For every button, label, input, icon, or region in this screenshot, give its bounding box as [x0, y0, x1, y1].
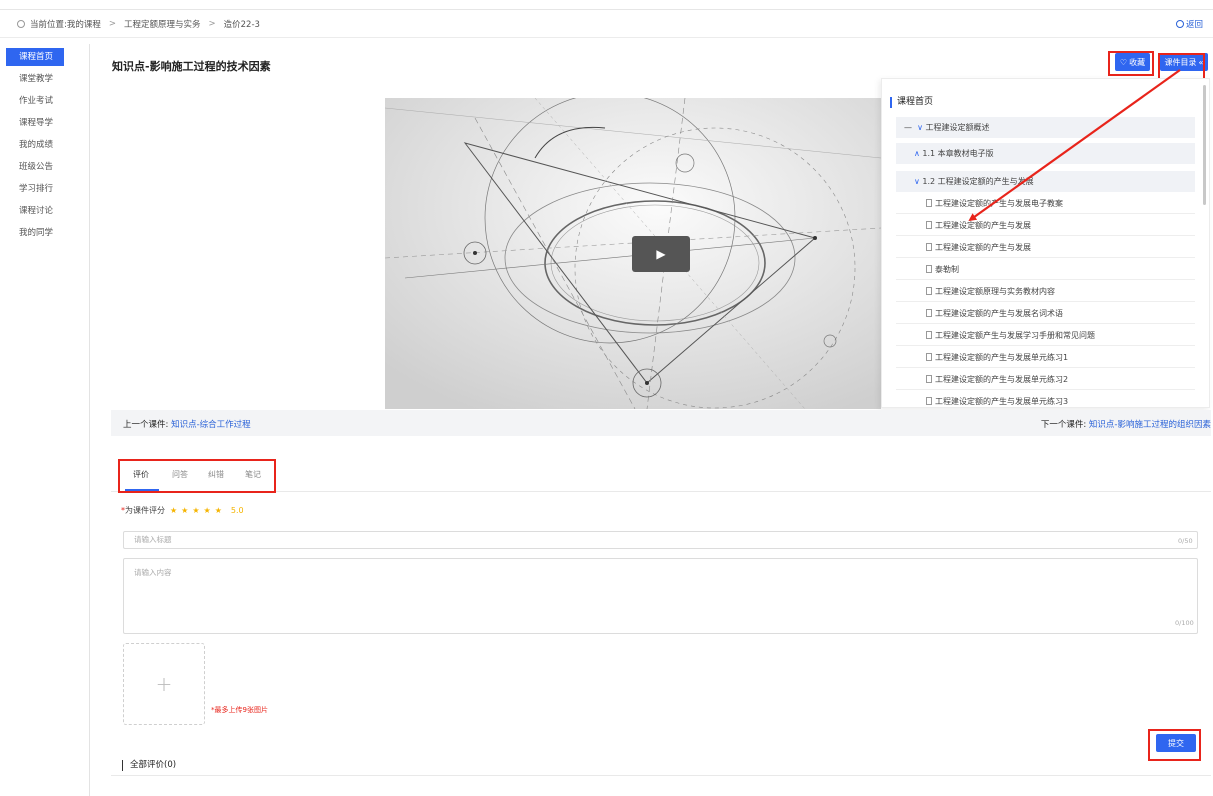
rating-score: 5.0: [230, 506, 244, 515]
breadcrumb-item-course[interactable]: 工程定额原理与实务: [124, 18, 201, 30]
catalog-item-label: 工程建设定额的产生与发展电子教案: [935, 199, 1063, 208]
back-icon: [1175, 20, 1184, 28]
catalog-item[interactable]: 工程建设定额的产生与发展单元练习2: [896, 369, 1195, 390]
catalog-chapter-label: 工程建设定额概述: [925, 123, 990, 132]
rating-label: *为课件评分: [121, 505, 165, 516]
video-icon: [926, 243, 932, 251]
video-icon: [926, 265, 932, 273]
catalog-item[interactable]: 工程建设定额的产生与发展: [896, 237, 1195, 258]
breadcrumb-separator: >: [208, 19, 216, 29]
sidebar-item-classroom[interactable]: 课堂教学: [6, 70, 64, 88]
document-icon: [926, 309, 932, 317]
sidebar-item-announcements[interactable]: 班级公告: [6, 158, 64, 176]
sidebar-item-grades[interactable]: 我的成绩: [6, 136, 64, 154]
document-icon: [926, 353, 932, 361]
sidebar-item-homework[interactable]: 作业考试: [6, 92, 64, 110]
catalog-item-label: 工程建设定额的产生与发展名词术语: [935, 309, 1063, 318]
reviews-divider: [111, 775, 1211, 776]
catalog-item-label: 工程建设定额的产生与发展单元练习1: [935, 353, 1069, 362]
catalog-item[interactable]: 工程建设定额原理与实务教材内容: [896, 281, 1195, 302]
collapse-icon: —: [904, 123, 918, 132]
annotation-box-submit: [1148, 729, 1201, 761]
catalog-item-label: 工程建设定额的产生与发展: [935, 221, 1031, 230]
catalog-chapter[interactable]: — ∨ 工程建设定额概述: [896, 117, 1195, 138]
catalog-item-label: 工程建设定额的产生与发展: [935, 243, 1031, 252]
sidebar-item-course-home[interactable]: 课程首页: [6, 48, 64, 66]
catalog-item[interactable]: 泰勒制: [896, 259, 1195, 280]
catalog-item[interactable]: 工程建设定额的产生与发展名词术语: [896, 303, 1195, 324]
tabs-divider: [111, 491, 1211, 492]
next-courseware: 下一个课件: 知识点-影响施工过程的组织因素: [1041, 418, 1211, 430]
prev-courseware: 上一个课件: 知识点-综合工作过程: [123, 418, 251, 430]
catalog-section[interactable]: ∨ 1.2 工程建设定额的产生与发展: [896, 171, 1195, 192]
catalog-item-label: 工程建设定额的产生与发展单元练习2: [935, 375, 1069, 384]
play-icon: ▶: [656, 247, 666, 261]
review-content-textarea[interactable]: 请输入内容: [123, 558, 1198, 634]
review-title-input[interactable]: 请输入标题: [123, 531, 1198, 549]
document-icon: [926, 375, 932, 383]
sidebar-item-classmates[interactable]: 我的同学: [6, 224, 64, 242]
catalog-item-label: 工程建设定额的产生与发展单元练习3: [935, 397, 1069, 406]
sidebar: 课程首页 课堂教学 作业考试 课程导学 我的成绩 班级公告 学习排行 课程讨论 …: [0, 44, 90, 796]
catalog-item-label: 工程建设定额产生与发展学习手册和常见问题: [935, 331, 1095, 340]
next-label: 下一个课件:: [1040, 420, 1087, 430]
star-rating[interactable]: ★★★★★: [170, 506, 226, 515]
breadcrumb-bar: 当前位置:我的课程 > 工程定额原理与实务 > 造价22-3 返回: [0, 0, 1213, 44]
page-title: 知识点-影响施工过程的技术因素: [112, 60, 271, 73]
catalog-scrollbar[interactable]: [1203, 85, 1206, 205]
content-char-count: 0/100: [1175, 619, 1194, 627]
next-courseware-link[interactable]: 知识点-影响施工过程的组织因素: [1089, 420, 1211, 430]
document-icon: [926, 331, 932, 339]
back-label: 返回: [1185, 20, 1203, 30]
breadcrumb-item-current-location[interactable]: 当前位置:我的课程: [30, 18, 101, 30]
rating-label-text: 为课件评分: [125, 506, 165, 515]
courseware-nav-bar: 上一个课件: 知识点-综合工作过程 下一个课件: 知识点-影响施工过程的组织因素: [111, 410, 1211, 436]
catalog-item[interactable]: 工程建设定额产生与发展学习手册和常见问题: [896, 325, 1195, 346]
chevron-down-icon: ∨: [917, 123, 926, 132]
breadcrumb-item-class[interactable]: 造价22-3: [224, 18, 260, 30]
back-link[interactable]: 返回: [1175, 18, 1203, 30]
catalog-panel: 课程首页 — ∨ 工程建设定额概述 ∧ 1.1 本章教材电子版 ∨ 1.2 工程…: [881, 78, 1210, 408]
plus-icon: +: [155, 672, 173, 696]
catalog-section[interactable]: ∧ 1.1 本章教材电子版: [896, 143, 1195, 164]
title-char-count: 0/50: [1178, 537, 1193, 545]
top-divider: [0, 9, 1213, 10]
annotation-box-tabs: [118, 459, 276, 493]
prev-label: 上一个课件:: [123, 420, 169, 430]
document-icon: [926, 199, 932, 207]
play-button[interactable]: ▶: [632, 236, 690, 272]
document-icon: [926, 221, 932, 229]
document-icon: [926, 287, 932, 295]
catalog-item-label: 工程建设定额原理与实务教材内容: [935, 287, 1055, 296]
all-reviews-heading: 全部评价(0): [122, 760, 176, 771]
document-icon: [926, 397, 932, 405]
location-icon: [17, 20, 25, 28]
sidebar-item-discussion[interactable]: 课程讨论: [6, 202, 64, 220]
prev-courseware-link[interactable]: 知识点-综合工作过程: [171, 420, 251, 430]
breadcrumb: 当前位置:我的课程 > 工程定额原理与实务 > 造价22-3: [17, 18, 260, 30]
catalog-section-label: 1.2 工程建设定额的产生与发展: [922, 177, 1034, 186]
sidebar-item-ranking[interactable]: 学习排行: [6, 180, 64, 198]
catalog-section-label: 1.1 本章教材电子版: [922, 149, 994, 158]
image-upload-button[interactable]: +: [123, 643, 205, 725]
catalog-item[interactable]: 工程建设定额的产生与发展单元练习3: [896, 391, 1195, 407]
catalog-item[interactable]: 工程建设定额的产生与发展电子教案: [896, 193, 1195, 214]
catalog-item-label: 泰勒制: [935, 265, 959, 274]
catalog-home-item[interactable]: 课程首页: [890, 97, 933, 108]
catalog-item[interactable]: 工程建设定额的产生与发展: [896, 215, 1195, 236]
catalog-item[interactable]: 工程建设定额的产生与发展单元练习1: [896, 347, 1195, 368]
upload-hint: *最多上传9张图片: [211, 706, 268, 714]
breadcrumb-divider: [0, 37, 1213, 38]
annotation-box-favorite: [1108, 51, 1154, 76]
sidebar-item-guide[interactable]: 课程导学: [6, 114, 64, 132]
video-player[interactable]: ▶: [385, 98, 881, 409]
breadcrumb-separator: >: [108, 19, 116, 29]
rating-row: *为课件评分 ★★★★★ 5.0: [121, 505, 244, 516]
